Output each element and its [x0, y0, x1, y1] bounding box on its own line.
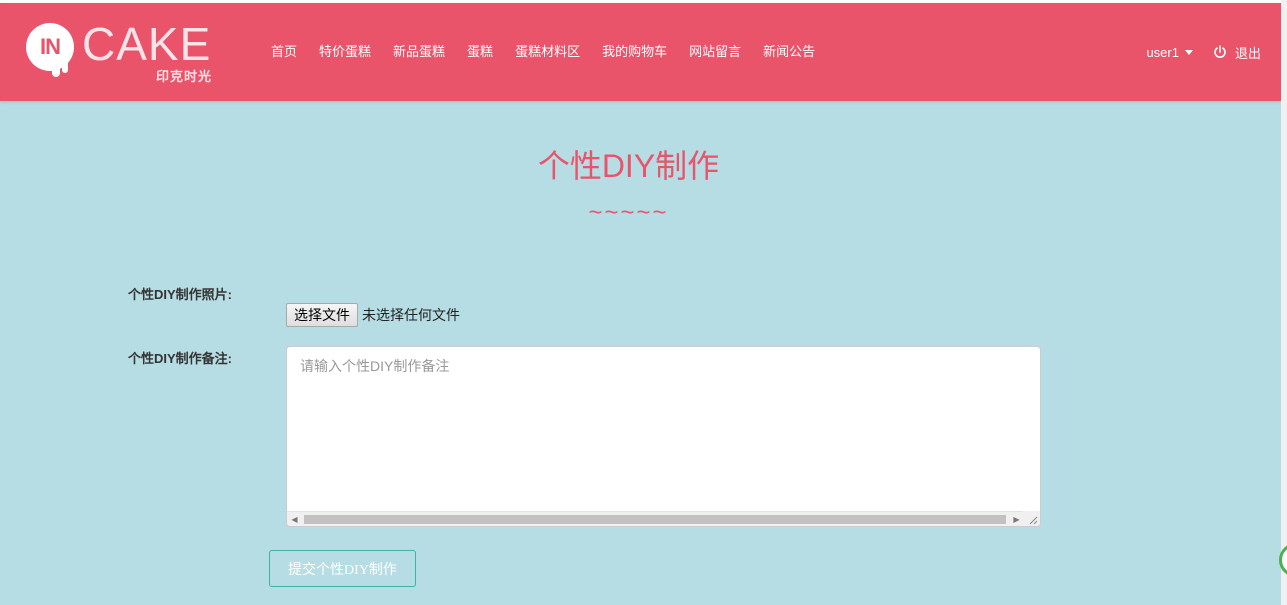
nav-item-messages[interactable]: 网站留言 — [678, 3, 752, 101]
note-textarea[interactable]: 请输入个性DIY制作备注 ◀ ▶ — [286, 346, 1041, 527]
note-placeholder: 请输入个性DIY制作备注 — [300, 358, 450, 374]
file-input: 选择文件 未选择任何文件 — [286, 303, 460, 327]
username: user1 — [1146, 44, 1179, 60]
scroll-left-icon[interactable]: ◀ — [287, 512, 302, 526]
brand-logo[interactable]: IN CAKE 印克时光 — [26, 18, 226, 84]
scrollbar-thumb[interactable] — [304, 515, 1006, 524]
title-decoration: ~~~~~ — [588, 199, 669, 226]
resize-handle-icon[interactable] — [1023, 511, 1040, 526]
nav-item-special-cakes[interactable]: 特价蛋糕 — [308, 3, 382, 101]
caret-down-icon — [1184, 49, 1193, 55]
resize-grip-icon — [1029, 516, 1038, 525]
main-nav: 首页 特价蛋糕 新品蛋糕 蛋糕 蛋糕材料区 我的购物车 网站留言 新闻公告 — [260, 3, 826, 101]
choose-file-button[interactable]: 选择文件 — [286, 303, 358, 327]
nav-item-home[interactable]: 首页 — [260, 3, 308, 101]
scroll-right-icon[interactable]: ▶ — [1009, 512, 1024, 526]
navbar: IN CAKE 印克时光 首页 特价蛋糕 新品蛋糕 蛋糕 蛋糕材料区 我的购物车… — [0, 3, 1281, 101]
power-icon — [1214, 45, 1226, 58]
user-menu[interactable]: user1 — [1146, 45, 1193, 60]
file-status: 未选择任何文件 — [362, 307, 460, 323]
nav-right: user1 退出 — [1146, 3, 1261, 101]
horizontal-scrollbar[interactable]: ◀ ▶ — [287, 511, 1024, 526]
nav-item-cake-materials[interactable]: 蛋糕材料区 — [504, 3, 591, 101]
logo-cake-text: CAKE — [82, 18, 212, 70]
logo-subtitle: 印克时光 — [156, 69, 213, 84]
logout-link[interactable]: 退出 — [1213, 43, 1261, 62]
note-label: 个性DIY制作备注: — [128, 351, 233, 366]
logo-in-text: IN — [40, 34, 61, 59]
photo-label: 个性DIY制作照片: — [128, 287, 233, 302]
page: IN CAKE 印克时光 首页 特价蛋糕 新品蛋糕 蛋糕 蛋糕材料区 我的购物车… — [0, 0, 1287, 605]
nav-item-new-cakes[interactable]: 新品蛋糕 — [382, 3, 456, 101]
nav-item-news[interactable]: 新闻公告 — [752, 3, 826, 101]
nav-item-cakes[interactable]: 蛋糕 — [456, 3, 504, 101]
page-scrollbar[interactable] — [1281, 0, 1287, 605]
logout-label: 退出 — [1234, 45, 1261, 61]
nav-item-cart[interactable]: 我的购物车 — [591, 3, 678, 101]
page-title: 个性DIY制作 — [537, 148, 720, 184]
submit-button[interactable]: 提交个性DIY制作 — [269, 550, 416, 587]
